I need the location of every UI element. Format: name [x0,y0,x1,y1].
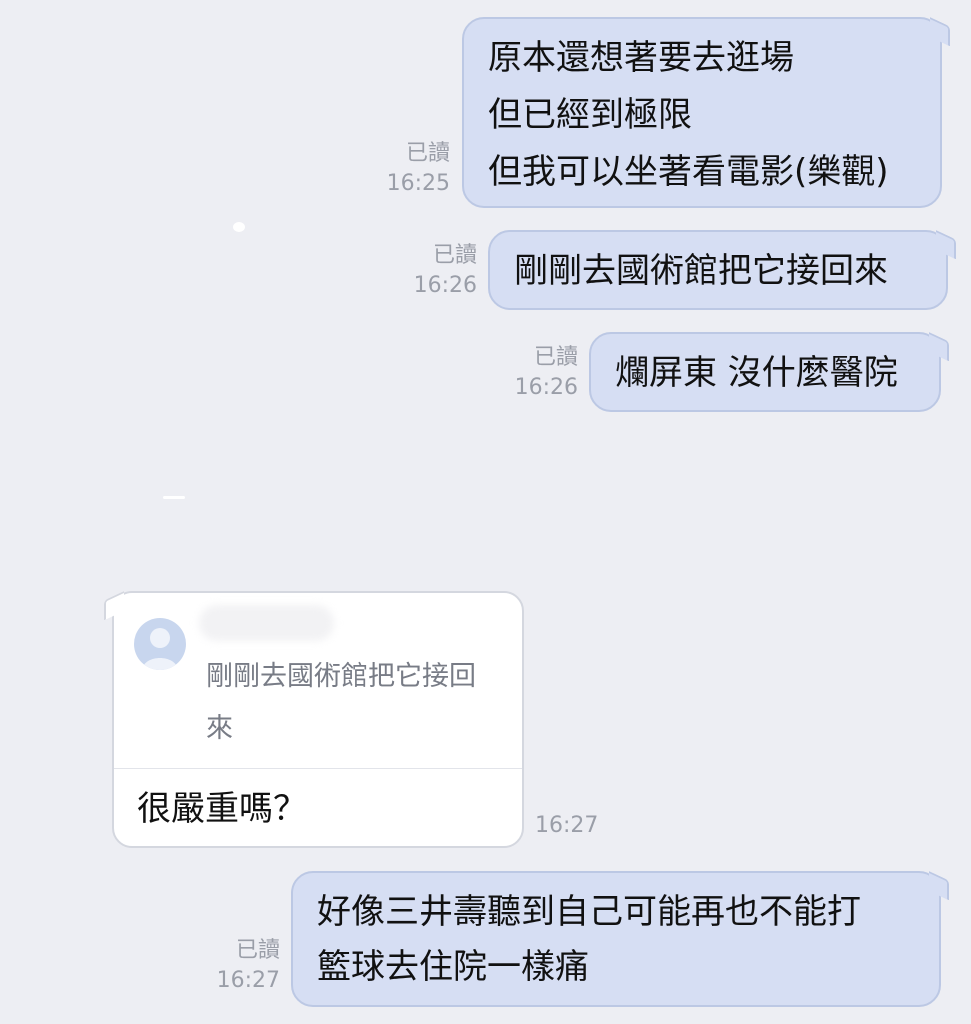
divider [114,768,522,769]
user-silhouette-icon [142,628,178,670]
timestamp: 16:26 [413,273,477,298]
artifact-dot [233,222,245,232]
avatar [134,618,186,670]
received-reply-bubble[interactable]: 剛剛去國術館把它接回 來 很嚴重嗎？ [112,591,524,848]
sent-message-bubble[interactable]: 原本還想著要去逛場 但已經到極限 但我可以坐著看電影(樂觀) [462,17,942,208]
message-meta: 已讀 16:26 [498,343,578,403]
read-receipt: 已讀 [235,938,280,963]
message-meta: 已讀 16:27 [200,936,280,996]
artifact-dash [163,496,185,499]
sent-message-bubble[interactable]: 剛剛去國術館把它接回來 [488,230,948,310]
timestamp: 16:27 [535,813,599,838]
message-meta: 已讀 16:25 [370,139,450,199]
read-receipt: 已讀 [432,243,477,268]
sent-message-bubble[interactable]: 好像三井壽聽到自己可能再也不能打 籃球去住院一樣痛 [291,871,941,1007]
timestamp: 16:27 [216,968,280,993]
read-receipt: 已讀 [533,345,578,370]
reply-message-text: 很嚴重嗎？ [137,789,307,829]
blurred-sender-name [199,605,334,641]
message-meta: 已讀 16:26 [396,241,477,301]
sent-message-bubble[interactable]: 爛屏東 沒什麼醫院 [589,332,941,412]
quoted-message[interactable]: 剛剛去國術館把它接回 來 [206,651,511,755]
timestamp: 16:26 [514,375,578,400]
read-receipt: 已讀 [405,141,450,166]
timestamp: 16:25 [386,171,450,196]
message-meta: 16:27 [535,811,605,841]
chat-area: 已讀 16:25 原本還想著要去逛場 但已經到極限 但我可以坐著看電影(樂觀) … [0,0,971,1024]
